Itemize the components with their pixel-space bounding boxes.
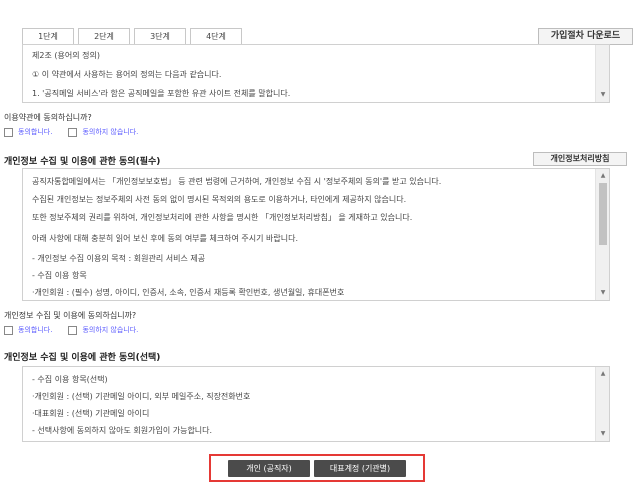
required-scrollbar[interactable]: ▲ ▼	[595, 169, 609, 300]
checkbox[interactable]	[68, 325, 78, 335]
required-options: 동의합니다. 동의하지 않습니다.	[4, 325, 138, 335]
optional-line: - 수집 이용 항목(선택)	[32, 375, 108, 384]
checkbox[interactable]	[4, 127, 13, 137]
required-consent-title: 개인정보 수집 및 이용에 관한 동의(필수)	[4, 157, 161, 167]
terms-line: ① 이 약관에서 사용하는 용어의 정의는 다음과 같습니다.	[32, 70, 222, 79]
required-agree-option[interactable]: 동의합니다.	[4, 325, 52, 335]
checkbox[interactable]	[68, 127, 78, 137]
required-line: 아래 사항에 대해 충분히 읽어 보신 후에 동의 여부를 체크하여 주시기 바…	[32, 234, 299, 243]
optional-consent-textbox[interactable]: - 수집 이용 항목(선택) ·개인회원 : (선택) 기관메일 아이디, 외부…	[22, 366, 610, 442]
download-signup-procedure-button[interactable]: 가입절차 다운로드	[538, 28, 633, 45]
terms-line: 제2조 (용어의 정의)	[32, 51, 100, 60]
required-line: - 개인정보 수집 이용의 목적 : 회원관리 서비스 제공	[32, 254, 206, 263]
optional-line: ·대표회원 : (선택) 기관메일 아이디	[32, 409, 150, 418]
individual-signup-button[interactable]: 개인 (공직자)	[228, 460, 310, 477]
required-disagree-label: 동의하지 않습니다.	[82, 326, 139, 334]
required-agree-label: 동의합니다.	[18, 326, 53, 334]
representative-signup-button[interactable]: 대표계정 (기관별)	[314, 460, 406, 477]
required-line: - 수집 이용 항목	[32, 271, 87, 280]
scroll-down-icon[interactable]: ▼	[596, 288, 609, 298]
scroll-down-icon[interactable]: ▼	[596, 90, 609, 100]
terms-disagree-option[interactable]: 동의하지 않습니다.	[68, 127, 138, 137]
terms-scrollbar[interactable]: ▼	[595, 45, 609, 102]
required-disagree-option[interactable]: 동의하지 않습니다.	[68, 325, 138, 335]
required-question: 개인정보 수집 및 이용에 동의하십니까?	[4, 311, 137, 320]
required-line: 공직자통합메일에서는 「개인정보보호법」 등 관련 법령에 근거하여, 개인정보…	[32, 177, 442, 186]
scroll-thumb[interactable]	[599, 183, 607, 245]
required-line: ·개인회원 : (필수) 성명, 아이디, 인증서, 소속, 인증서 재등록 확…	[32, 288, 345, 297]
terms-agree-option[interactable]: 동의합니다.	[4, 127, 52, 137]
scroll-up-icon[interactable]: ▲	[596, 171, 609, 181]
tab-step-3[interactable]: 3단계	[134, 28, 186, 45]
privacy-policy-button[interactable]: 개인정보처리방침	[533, 152, 627, 166]
optional-line: ·개인회원 : (선택) 기관메일 아이디, 외부 메일주소, 직장전화번호	[32, 392, 251, 401]
scroll-down-icon[interactable]: ▼	[596, 429, 609, 439]
required-line: 수집된 개인정보는 정보주체의 사전 동의 없이 명시된 목적외의 용도로 이용…	[32, 195, 407, 204]
scroll-up-icon[interactable]: ▲	[596, 369, 609, 379]
terms-agree-label: 동의합니다.	[18, 128, 53, 136]
optional-line: - 선택사항에 동의하지 않아도 회원가입이 가능합니다.	[32, 426, 213, 435]
terms-textbox[interactable]: 제2조 (용어의 정의) ① 이 약관에서 사용하는 용어의 정의는 다음과 같…	[22, 44, 610, 103]
terms-line: 1. '공직메일 서비스'라 함은 공직메일을 포함한 유관 사이트 전체를 말…	[32, 89, 291, 98]
checkbox[interactable]	[4, 325, 13, 335]
tab-step-4[interactable]: 4단계	[190, 28, 242, 45]
terms-options: 동의합니다. 동의하지 않습니다.	[4, 127, 138, 137]
tab-step-2[interactable]: 2단계	[78, 28, 130, 45]
tab-step-1[interactable]: 1단계	[22, 28, 74, 45]
required-line: 또한 정보주체의 권리를 위하여, 개인정보처리에 관한 사항을 명시한 「개인…	[32, 213, 413, 222]
required-consent-textbox[interactable]: 공직자통합메일에서는 「개인정보보호법」 등 관련 법령에 근거하여, 개인정보…	[22, 168, 610, 301]
optional-consent-title: 개인정보 수집 및 이용에 관한 동의(선택)	[4, 353, 161, 363]
terms-question: 이용약관에 동의하십니까?	[4, 113, 92, 122]
optional-scrollbar[interactable]: ▲ ▼	[595, 367, 609, 441]
step-tabs: 1단계 2단계 3단계 4단계	[22, 28, 242, 45]
terms-disagree-label: 동의하지 않습니다.	[82, 128, 139, 136]
